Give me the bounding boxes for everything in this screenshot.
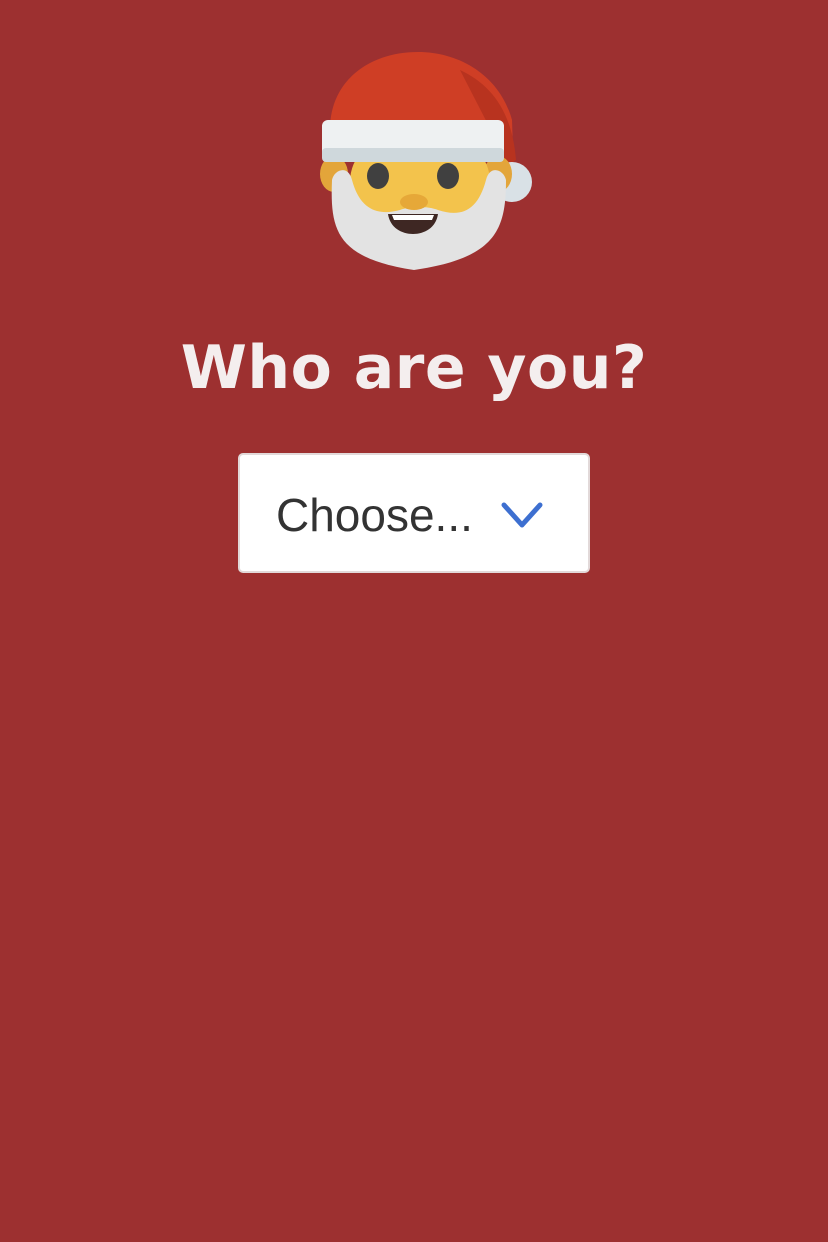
page: Who are you? Choose... — [0, 0, 828, 1242]
page-title: Who are you? — [180, 333, 648, 403]
person-select[interactable]: Choose... — [238, 453, 590, 573]
select-value: Choose... — [276, 489, 473, 541]
santa-claus-icon — [320, 52, 532, 270]
chevron-down-icon — [501, 502, 543, 528]
